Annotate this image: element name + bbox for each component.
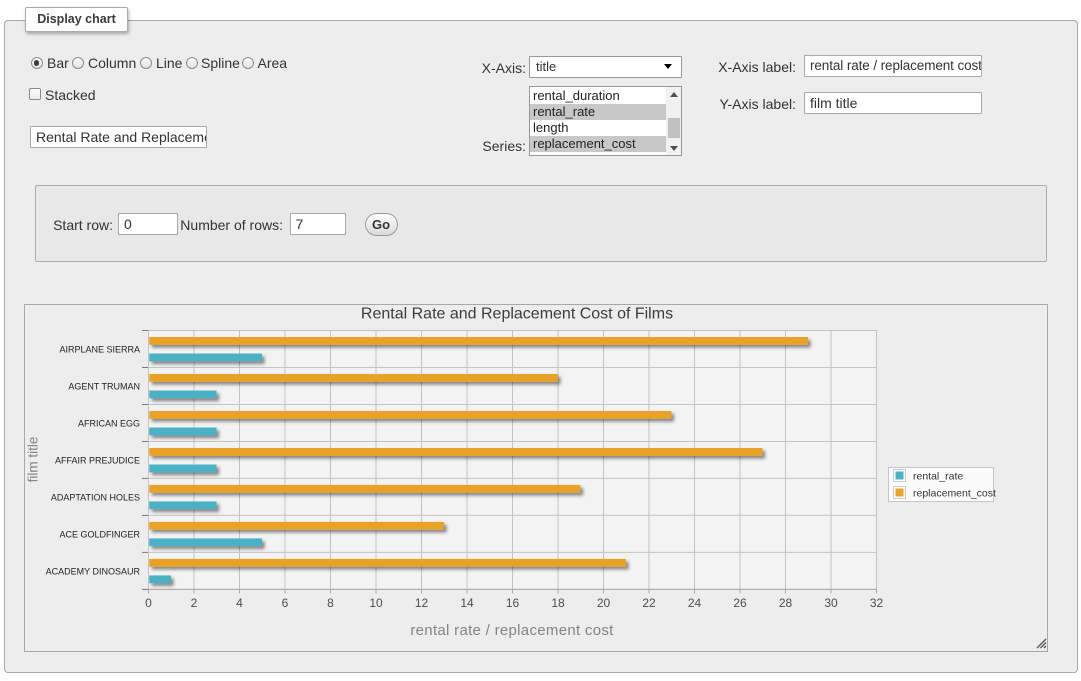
svg-text:32: 32 [870, 596, 884, 610]
svg-text:8: 8 [327, 596, 334, 610]
svg-text:AFFAIR PREJUDICE: AFFAIR PREJUDICE [55, 455, 140, 465]
svg-text:16: 16 [506, 596, 520, 610]
svg-text:Rental Rate and Replacement Co: Rental Rate and Replacement Cost of Film… [361, 306, 673, 323]
svg-text:6: 6 [282, 596, 289, 610]
svg-text:10: 10 [369, 596, 383, 610]
svg-text:AFRICAN EGG: AFRICAN EGG [78, 418, 140, 428]
svg-text:28: 28 [779, 596, 793, 610]
svg-text:replacement_cost: replacement_cost [913, 488, 996, 500]
svg-text:20: 20 [597, 596, 611, 610]
svg-text:26: 26 [733, 596, 747, 610]
svg-text:2: 2 [191, 596, 198, 610]
svg-text:30: 30 [824, 596, 838, 610]
svg-text:rental_rate: rental_rate [913, 471, 963, 483]
svg-text:AIRPLANE SIERRA: AIRPLANE SIERRA [59, 344, 140, 354]
svg-text:ADAPTATION HOLES: ADAPTATION HOLES [51, 492, 140, 502]
svg-text:12: 12 [415, 596, 429, 610]
svg-text:ACE GOLDFINGER: ACE GOLDFINGER [59, 529, 140, 539]
svg-text:0: 0 [145, 596, 152, 610]
svg-text:ACADEMY DINOSAUR: ACADEMY DINOSAUR [46, 566, 141, 576]
svg-text:22: 22 [642, 596, 656, 610]
svg-text:AGENT TRUMAN: AGENT TRUMAN [68, 381, 140, 391]
svg-text:4: 4 [236, 596, 243, 610]
svg-text:rental rate / replacement cost: rental rate / replacement cost [410, 622, 614, 639]
svg-text:14: 14 [460, 596, 474, 610]
svg-text:18: 18 [551, 596, 565, 610]
svg-text:film title: film title [26, 437, 41, 483]
svg-text:24: 24 [688, 596, 702, 610]
